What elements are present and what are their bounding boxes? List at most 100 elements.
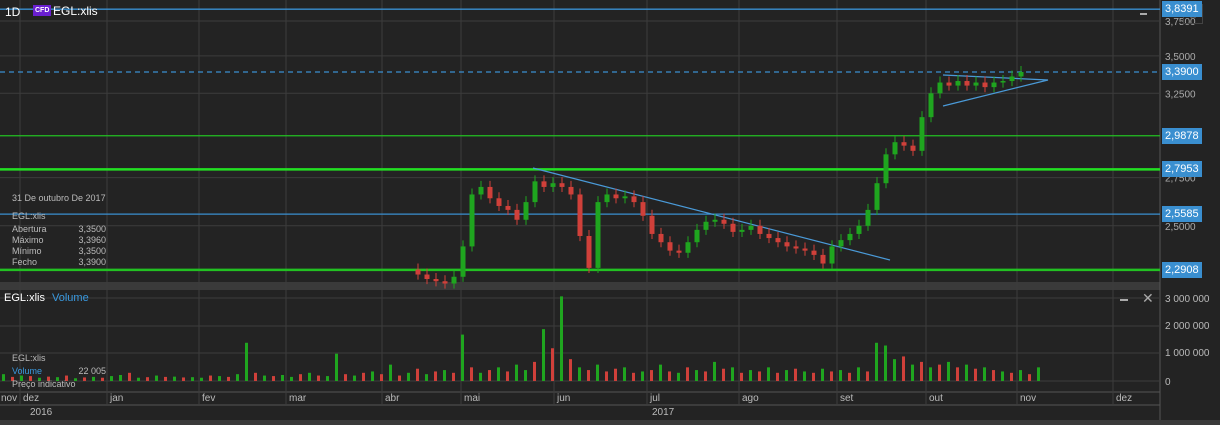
triangle-pattern[interactable] — [942, 74, 1049, 107]
candle[interactable] — [532, 175, 538, 208]
candle-body — [766, 233, 772, 239]
volume-bar — [218, 376, 221, 381]
candle-body — [559, 183, 565, 187]
candle[interactable] — [631, 190, 637, 208]
volume-bar — [875, 342, 878, 381]
candle-body — [1018, 72, 1024, 77]
candle[interactable] — [802, 242, 808, 256]
candle[interactable] — [937, 76, 943, 99]
volume-bar — [965, 364, 968, 381]
candle[interactable] — [730, 217, 736, 237]
candle[interactable] — [685, 236, 691, 258]
candle-body — [865, 209, 871, 226]
candle[interactable] — [757, 219, 763, 240]
price-chart[interactable]: 3,75003,50003,25002,75002,50003 000 0002… — [0, 0, 1220, 425]
bottom-scrollbar[interactable] — [0, 420, 1220, 425]
candle[interactable] — [865, 203, 871, 231]
candle[interactable] — [514, 203, 520, 225]
interval-label[interactable]: 1D — [5, 5, 20, 19]
volume-bar — [1010, 372, 1013, 381]
candle[interactable] — [919, 111, 925, 156]
candle[interactable] — [856, 219, 862, 240]
symbol-label[interactable]: EGL:xlis — [53, 4, 98, 18]
candle[interactable] — [604, 188, 610, 208]
candle[interactable] — [973, 76, 979, 91]
close-panel-icon[interactable]: ✕ — [1142, 290, 1154, 307]
volume-bar — [155, 375, 158, 381]
candle[interactable] — [595, 196, 601, 273]
candle-body — [694, 229, 700, 243]
candle[interactable] — [811, 244, 817, 260]
candle-body — [667, 242, 673, 251]
candle[interactable] — [784, 236, 790, 252]
candle[interactable] — [793, 240, 799, 254]
tooltip-row: Mínimo 3,3500 — [12, 246, 106, 257]
candle[interactable] — [721, 213, 727, 229]
candle-body — [784, 242, 790, 247]
candle[interactable] — [496, 192, 502, 212]
candle[interactable] — [874, 177, 880, 215]
candle[interactable] — [487, 180, 493, 204]
candle[interactable] — [613, 188, 619, 204]
candle[interactable] — [847, 227, 853, 246]
minimize-panel-icon[interactable] — [1120, 299, 1128, 301]
candle[interactable] — [478, 180, 484, 200]
candle[interactable] — [991, 76, 997, 93]
candle[interactable] — [838, 234, 844, 252]
candle[interactable] — [640, 196, 646, 221]
candle[interactable] — [415, 263, 421, 280]
candle[interactable] — [955, 74, 961, 91]
candle-body — [964, 81, 970, 86]
candle-body — [505, 205, 511, 210]
candle[interactable] — [577, 188, 583, 242]
candle[interactable] — [658, 227, 664, 248]
volume-bar — [1028, 374, 1031, 381]
candle[interactable] — [550, 177, 556, 193]
volume-bar — [191, 377, 194, 381]
candle[interactable] — [982, 76, 988, 93]
candle[interactable] — [523, 196, 529, 225]
candle[interactable] — [1000, 74, 1006, 88]
candle[interactable] — [820, 248, 826, 269]
volume-bar — [425, 374, 428, 381]
candle[interactable] — [964, 74, 970, 91]
candle-body — [631, 196, 637, 203]
candle[interactable] — [505, 199, 511, 215]
tooltip-date: 31 De outubro De 2017 — [12, 193, 106, 203]
month-label: abr — [385, 393, 400, 404]
candle[interactable] — [586, 229, 592, 273]
minimize-icon[interactable] — [1140, 13, 1147, 15]
candle[interactable] — [703, 215, 709, 235]
candle[interactable] — [667, 236, 673, 256]
candle[interactable] — [910, 139, 916, 156]
candle[interactable] — [1009, 70, 1015, 87]
candle[interactable] — [460, 240, 466, 282]
candle[interactable] — [892, 136, 898, 160]
candle[interactable] — [469, 188, 475, 252]
candle[interactable] — [559, 177, 565, 193]
volume-bar — [173, 376, 176, 381]
volume-bar — [299, 374, 302, 381]
candle[interactable] — [901, 136, 907, 151]
candle[interactable] — [883, 148, 889, 189]
volume-panel-symbol: EGL:xlis — [4, 292, 45, 304]
candle[interactable] — [748, 219, 754, 235]
candle[interactable] — [928, 87, 934, 123]
candle[interactable] — [568, 180, 574, 200]
candle[interactable] — [775, 232, 781, 248]
candle-body — [928, 93, 934, 118]
candle[interactable] — [766, 227, 772, 244]
volume-bar — [803, 371, 806, 381]
tooltip-row-value: 3,3500 — [78, 246, 106, 256]
candle[interactable] — [946, 76, 952, 91]
candle-body — [460, 246, 466, 277]
volume-tick-label: 1 000 000 — [1165, 348, 1210, 359]
candle[interactable] — [676, 244, 682, 258]
candle-body — [469, 194, 475, 247]
volume-bar — [974, 368, 977, 381]
volume-bar — [839, 370, 842, 381]
candle[interactable] — [694, 223, 700, 248]
volume-bar — [461, 334, 464, 381]
panel-divider[interactable] — [0, 282, 1160, 290]
candle-body — [478, 186, 484, 195]
